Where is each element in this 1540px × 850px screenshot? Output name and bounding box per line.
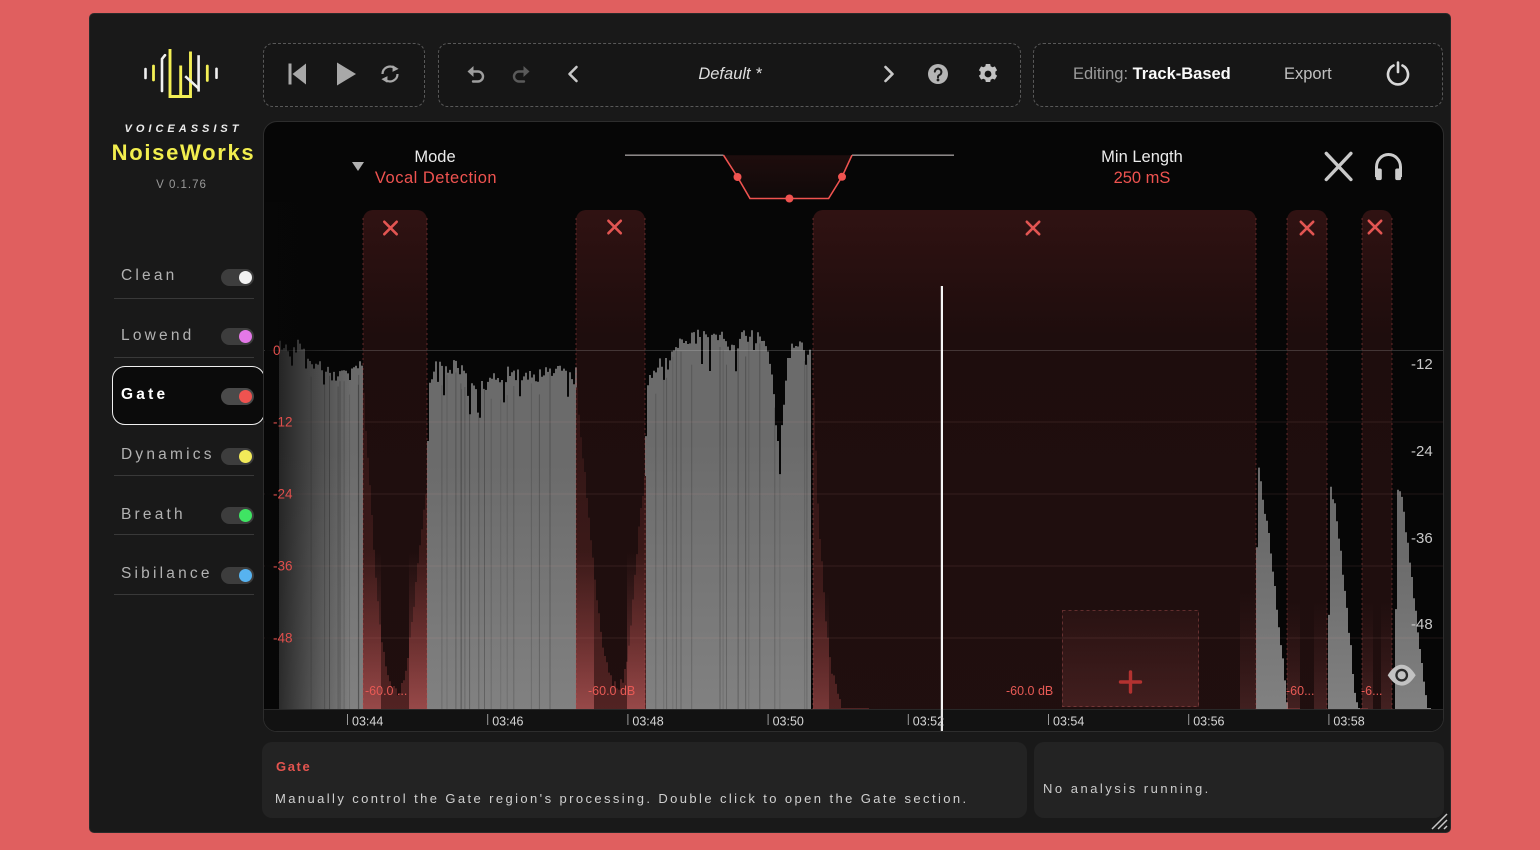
- svg-text:-24: -24: [1411, 443, 1433, 460]
- svg-text:03:54: 03:54: [1053, 715, 1084, 729]
- svg-text:03:56: 03:56: [1193, 715, 1224, 729]
- svg-text:0: 0: [273, 343, 281, 358]
- svg-text:03:44: 03:44: [352, 715, 383, 729]
- svg-text:-60.0 ...: -60.0 ...: [365, 684, 407, 698]
- svg-text:-60.0 dB: -60.0 dB: [1006, 684, 1053, 698]
- svg-text:03:50: 03:50: [773, 715, 804, 729]
- svg-text:-36: -36: [273, 559, 293, 574]
- svg-text:-60.0 dB: -60.0 dB: [588, 684, 635, 698]
- svg-text:-48: -48: [1411, 616, 1433, 633]
- svg-text:-48: -48: [273, 631, 293, 646]
- svg-text:03:48: 03:48: [632, 715, 663, 729]
- svg-text:-36: -36: [1411, 530, 1433, 547]
- svg-text:03:58: 03:58: [1333, 715, 1364, 729]
- svg-text:-60...: -60...: [1286, 684, 1315, 698]
- svg-text:-6...: -6...: [1361, 684, 1383, 698]
- svg-text:-24: -24: [273, 487, 293, 502]
- svg-text:03:46: 03:46: [492, 715, 523, 729]
- svg-text:03:52: 03:52: [913, 715, 944, 729]
- svg-text:-12: -12: [273, 415, 293, 430]
- svg-text:-12: -12: [1411, 356, 1433, 373]
